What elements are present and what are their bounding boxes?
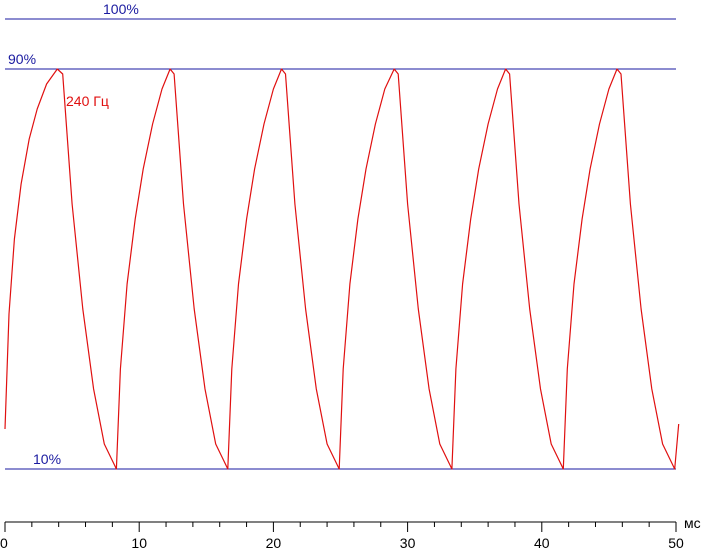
series-layer <box>4 68 680 470</box>
x-axis: 0 10 20 30 40 50 <box>0 521 684 549</box>
x-tick-label: 40 <box>534 535 550 549</box>
x-tick-label: 30 <box>400 535 416 549</box>
series-label-240hz: 240 Гц <box>66 93 109 109</box>
reference-lines: 100% 90% 10% <box>5 1 676 470</box>
series-line-0 <box>4 68 680 470</box>
x-tick-label: 50 <box>668 535 684 549</box>
response-time-chart: 100% 90% 10% 0 10 20 30 40 50 240 Гц мс <box>0 1 701 549</box>
reference-label-90: 90% <box>8 51 36 67</box>
x-tick-label: 10 <box>131 535 147 549</box>
x-axis-unit-label: мс <box>684 515 701 531</box>
reference-label-10: 10% <box>33 451 61 467</box>
reference-label-100: 100% <box>103 1 139 17</box>
x-tick-label: 0 <box>0 535 8 549</box>
x-tick-label: 20 <box>266 535 282 549</box>
